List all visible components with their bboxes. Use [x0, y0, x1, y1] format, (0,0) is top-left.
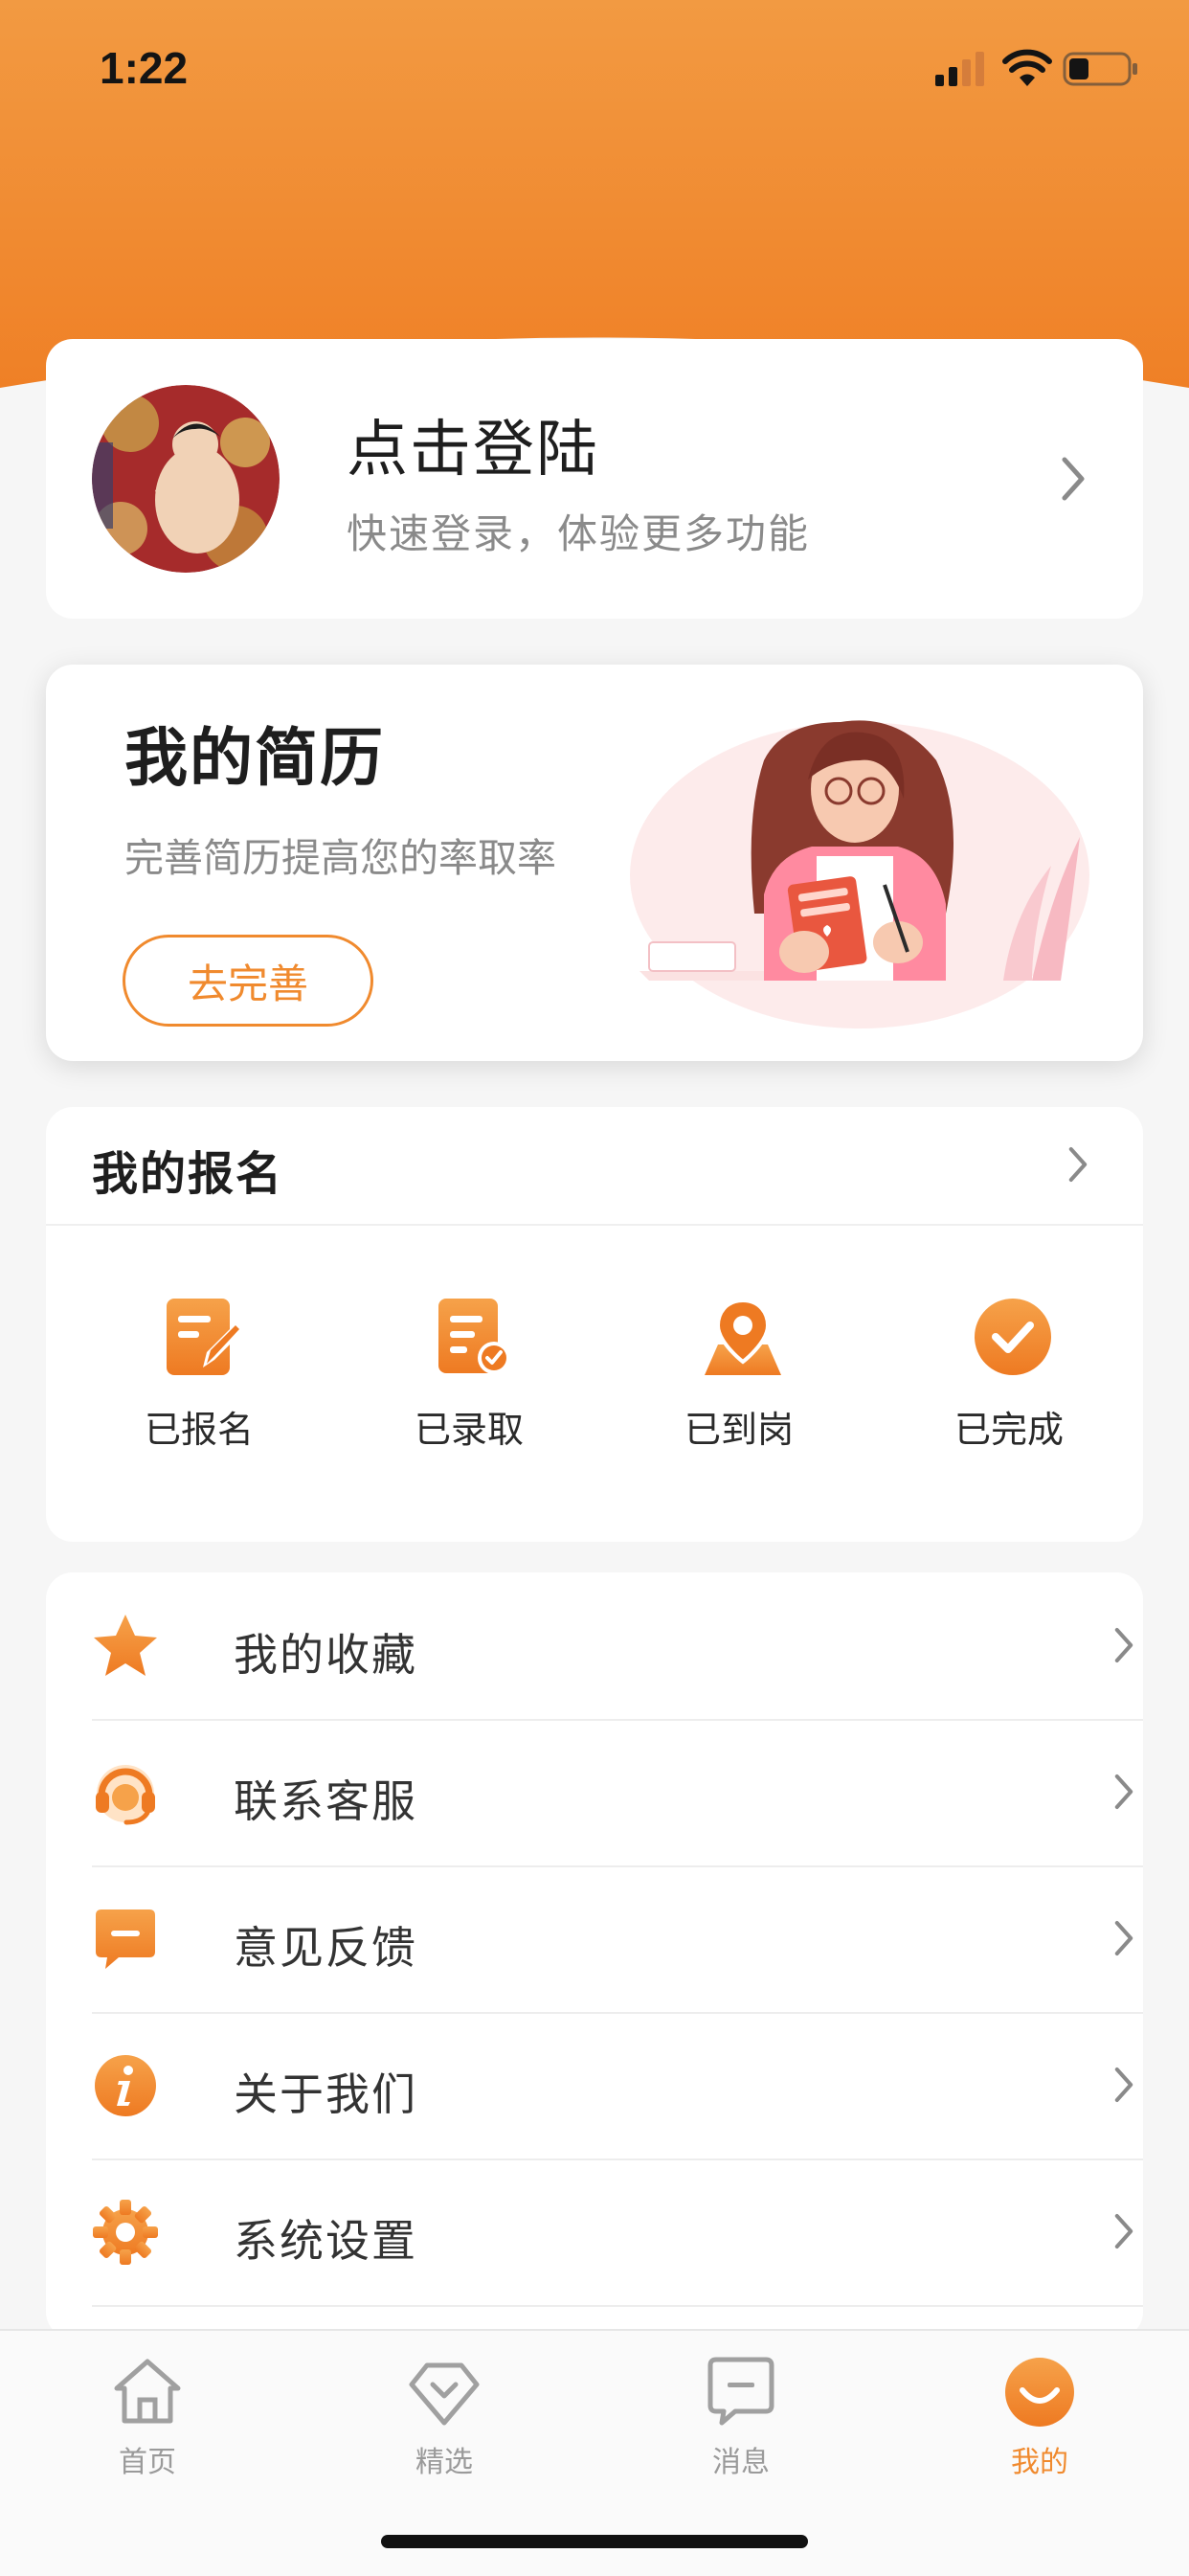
- menu-item-about-us[interactable]: 关于我们: [92, 2012, 1143, 2160]
- menu-label: 我的收藏: [234, 1629, 417, 1681]
- info-icon: [95, 2055, 156, 2116]
- menu-label: 意见反馈: [234, 1922, 417, 1974]
- complete-resume-button[interactable]: 去完善: [123, 935, 373, 1027]
- cellular-signal-icon: [935, 52, 984, 86]
- completed-icon: [975, 1299, 1051, 1375]
- signup-card: 我的报名 已报名 已录取 已到岗 已完成: [46, 1107, 1143, 1542]
- signed-up-icon: [167, 1299, 241, 1375]
- chevron-right-icon: [1114, 2214, 1133, 2248]
- status-bar: 1:22: [0, 0, 1189, 144]
- chevron-right-icon: [1114, 1628, 1133, 1662]
- status-signed-up[interactable]: 已报名: [84, 1297, 314, 1459]
- tab-messages[interactable]: 消息: [655, 2348, 827, 2479]
- menu-item-feedback[interactable]: 意见反馈: [92, 1865, 1143, 2014]
- profile-icon: [1005, 2358, 1074, 2427]
- signed-up-label: 已报名: [144, 1409, 254, 1451]
- status-time: 1:22: [100, 43, 189, 93]
- chevron-right-icon: [1114, 1774, 1133, 1809]
- feedback-icon: [96, 1909, 155, 1969]
- chevron-right-icon: [1114, 1921, 1133, 1955]
- login-card[interactable]: 点击登陆 快速登录，体验更多功能: [46, 339, 1143, 619]
- menu-label: 关于我们: [234, 2068, 417, 2120]
- resume-card: 我的简历 完善简历提高您的率取率 去完善: [46, 665, 1143, 1061]
- menu-item-settings[interactable]: 系统设置: [92, 2158, 1143, 2307]
- diamond-icon: [409, 2362, 480, 2426]
- resume-illustration: [630, 720, 1089, 1028]
- menu-label: 联系客服: [234, 1775, 417, 1827]
- tab-featured[interactable]: 精选: [358, 2348, 530, 2479]
- tab-label: 消息: [712, 2446, 770, 2479]
- home-icon: [114, 2359, 181, 2424]
- admitted-icon: [438, 1299, 510, 1374]
- gear-icon: [93, 2200, 158, 2265]
- tab-label: 精选: [415, 2446, 473, 2479]
- star-icon: [94, 1615, 157, 1676]
- chevron-right-icon: [1062, 457, 1085, 501]
- menu-item-favorites[interactable]: 我的收藏: [92, 1572, 1143, 1721]
- headset-icon: [96, 1765, 155, 1825]
- tab-mine[interactable]: 我的: [953, 2348, 1126, 2479]
- login-title: 点击登陆: [347, 415, 599, 486]
- menu-card: 我的收藏 联系客服 意见反馈 关于我们 系统设置: [46, 1572, 1143, 2339]
- chevron-right-icon: [1068, 1147, 1088, 1182]
- avatar: [92, 385, 280, 573]
- battery-icon: [1063, 52, 1137, 86]
- resume-subtitle: 完善简历提高您的率取率: [124, 835, 556, 881]
- admitted-label: 已录取: [414, 1409, 524, 1451]
- message-icon: [707, 2357, 774, 2426]
- signup-title: 我的报名: [92, 1147, 284, 1201]
- status-completed[interactable]: 已完成: [894, 1297, 1124, 1459]
- menu-item-customer-service[interactable]: 联系客服: [92, 1719, 1143, 1867]
- tab-home[interactable]: 首页: [61, 2348, 234, 2479]
- arrived-icon: [705, 1298, 781, 1375]
- chevron-right-icon: [1114, 2068, 1133, 2102]
- menu-label: 系统设置: [234, 2215, 417, 2267]
- resume-title: 我的简历: [124, 721, 385, 795]
- completed-label: 已完成: [953, 1409, 1064, 1451]
- login-subtitle: 快速登录，体验更多功能: [347, 510, 811, 557]
- tab-label: 首页: [119, 2446, 176, 2479]
- signup-header[interactable]: 我的报名: [46, 1107, 1143, 1226]
- tab-bar: 首页 精选 消息 我的: [0, 2329, 1189, 2576]
- tab-label: 我的: [1011, 2446, 1068, 2479]
- home-indicator: [381, 2535, 808, 2548]
- wifi-icon: [1002, 49, 1052, 86]
- status-admitted[interactable]: 已录取: [354, 1297, 584, 1459]
- arrived-label: 已到岗: [684, 1409, 794, 1451]
- status-arrived[interactable]: 已到岗: [624, 1297, 854, 1459]
